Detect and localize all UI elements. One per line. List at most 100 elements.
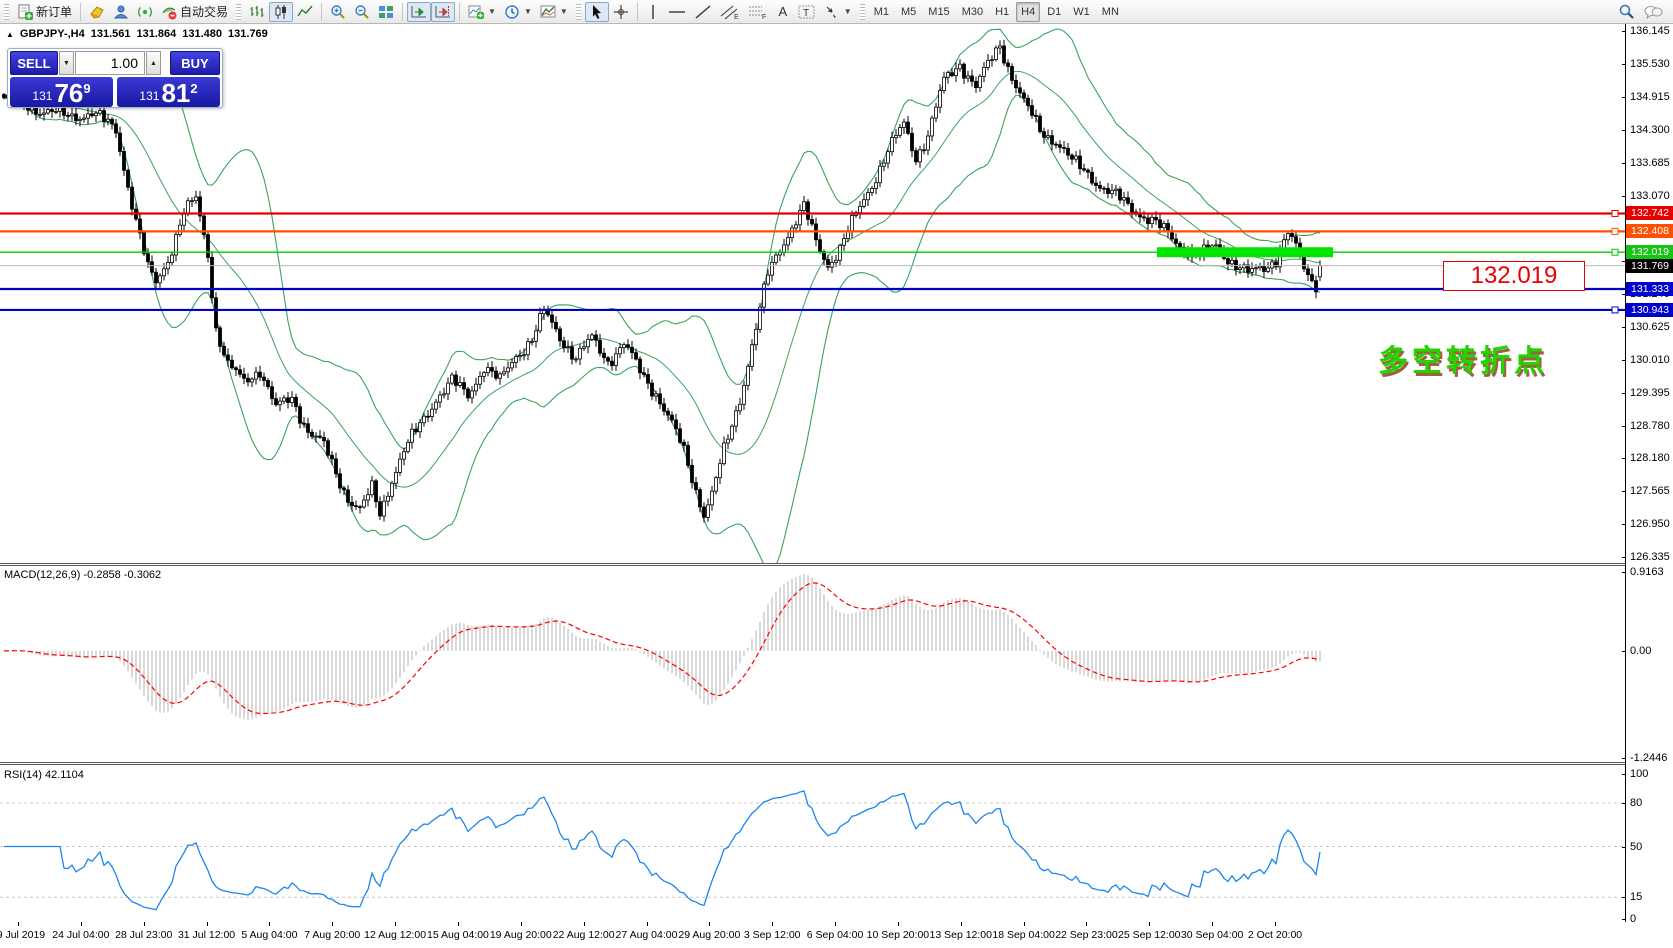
candlestick-button[interactable] — [269, 2, 293, 22]
high-value: 131.864 — [137, 28, 177, 40]
rsi-value: 42.1104 — [45, 769, 84, 781]
timeframe-mn[interactable]: MN — [1097, 2, 1124, 22]
timeframe-m15[interactable]: M15 — [923, 2, 954, 22]
price-badge-131.769[interactable]: 131.769 — [1626, 259, 1673, 273]
price-tick-label: 126.950 — [1630, 518, 1670, 530]
timeframe-d1[interactable]: D1 — [1042, 2, 1066, 22]
auto-trading-button[interactable]: 自动交易 — [157, 2, 232, 22]
horizontal-line-button[interactable] — [664, 2, 690, 22]
axis-tick-mark — [1622, 130, 1626, 131]
text-label-button[interactable]: T — [794, 2, 820, 22]
rsi-pane[interactable] — [0, 765, 1625, 922]
metaeditor-button[interactable] — [85, 2, 109, 22]
axis-tick-mark — [1622, 774, 1626, 775]
price-callout[interactable]: 132.019 — [1443, 261, 1585, 291]
timeframe-m5[interactable]: M5 — [896, 2, 921, 22]
tile-windows-button[interactable] — [374, 2, 398, 22]
axis-tick-mark — [1622, 163, 1626, 164]
chat-button[interactable] — [1639, 2, 1667, 22]
buy-price-sup: 2 — [190, 81, 197, 96]
chart-shift-button[interactable] — [431, 2, 455, 22]
sell-button[interactable]: SELL — [10, 51, 58, 75]
time-axis[interactable]: 19 Jul 201924 Jul 04:0028 Jul 23:0031 Ju… — [0, 922, 1673, 948]
time-tick-label: 19 Jul 2019 — [0, 929, 45, 941]
price-badge-132.408[interactable]: 132.408 — [1626, 224, 1673, 238]
timeframe-m30[interactable]: M30 — [957, 2, 988, 22]
axis-tick-mark — [1622, 64, 1626, 65]
fibonacci-button[interactable]: F — [744, 2, 772, 22]
indicators-button[interactable]: ▼ — [464, 2, 500, 22]
volume-increase-button[interactable]: ▲ — [146, 51, 161, 75]
price-badge-130.943[interactable]: 130.943 — [1626, 303, 1673, 317]
axis-tick-mark — [1622, 196, 1626, 197]
bar-chart-button[interactable] — [245, 2, 269, 22]
rsi-tick-label: 15 — [1630, 891, 1642, 903]
collapse-icon[interactable]: ▲ — [6, 30, 14, 39]
line-chart-icon — [297, 4, 313, 20]
text-button[interactable]: A — [772, 2, 794, 22]
time-tick-mark — [144, 922, 145, 926]
buy-price-box[interactable]: 131 81 2 — [117, 77, 220, 107]
community-icon — [113, 4, 129, 20]
rsi-label: RSI(14) 42.1104 — [4, 769, 84, 781]
timeframe-h1[interactable]: H1 — [990, 2, 1014, 22]
metaeditor-icon — [89, 4, 105, 20]
crosshair-button[interactable] — [609, 2, 633, 22]
axis-tick-mark — [1622, 393, 1626, 394]
svg-text:F: F — [762, 14, 766, 20]
equidistant-channel-button[interactable]: E — [716, 2, 744, 22]
open-value: 131.561 — [91, 28, 131, 40]
price-tick-label: 128.780 — [1630, 420, 1670, 432]
time-tick-label: 6 Sep 04:00 — [807, 929, 864, 941]
new-order-button[interactable]: 新订单 — [13, 2, 76, 22]
time-tick-label: 22 Sep 23:00 — [1055, 929, 1117, 941]
price-tick-label: 127.565 — [1630, 485, 1670, 497]
vertical-line-icon — [646, 4, 660, 20]
macd-label: MACD(12,26,9) -0.2858 -0.3062 — [4, 569, 161, 581]
periods-button[interactable]: ▼ — [500, 2, 536, 22]
pivot-annotation: 多空转折点 — [1378, 336, 1548, 380]
price-badge-131.333[interactable]: 131.333 — [1626, 282, 1673, 296]
zoom-in-icon — [330, 4, 346, 20]
vertical-line-button[interactable] — [642, 2, 664, 22]
buy-button[interactable]: BUY — [170, 51, 220, 75]
zoom-in-button[interactable] — [326, 2, 350, 22]
search-button[interactable] — [1614, 2, 1639, 22]
chart-window[interactable]: 136.145135.530134.915134.300133.685133.0… — [0, 24, 1673, 948]
dropdown-arrow-icon: ▼ — [488, 7, 496, 16]
rsi-tick-label: 100 — [1630, 768, 1648, 780]
zoom-out-button[interactable] — [350, 2, 374, 22]
volume-decrease-button[interactable]: ▼ — [59, 51, 74, 75]
community-button[interactable] — [109, 2, 133, 22]
signals-button[interactable] — [133, 2, 157, 22]
arrows-button[interactable]: ▼ — [820, 2, 856, 22]
price-tick-label: 129.395 — [1630, 387, 1670, 399]
macd-pane[interactable] — [0, 566, 1625, 762]
timeframe-h4[interactable]: H4 — [1016, 2, 1040, 22]
line-chart-button[interactable] — [293, 2, 317, 22]
timeframe-m1[interactable]: M1 — [869, 2, 894, 22]
time-tick-label: 22 Aug 12:00 — [553, 929, 615, 941]
main-price-pane[interactable] — [0, 24, 1625, 563]
price-badge-132.019[interactable]: 132.019 — [1626, 245, 1673, 259]
sell-price-box[interactable]: 131 76 9 — [10, 77, 113, 107]
time-tick-mark — [1149, 922, 1150, 926]
price-axis[interactable]: 136.145135.530134.915134.300133.685133.0… — [1625, 24, 1673, 922]
time-tick-label: 13 Sep 12:00 — [930, 929, 992, 941]
time-tick-mark — [521, 922, 522, 926]
horizontal-line-icon — [668, 4, 686, 20]
templates-button[interactable]: ▼ — [536, 2, 572, 22]
price-badge-132.742[interactable]: 132.742 — [1626, 206, 1673, 220]
one-click-trade-panel: SELL ▼ 1.00 ▲ BUY 131 76 9 131 81 2 — [7, 48, 223, 108]
macd-main-value: -0.2858 — [83, 569, 120, 581]
axis-tick-mark — [1622, 572, 1626, 573]
volume-input[interactable]: 1.00 — [75, 51, 145, 75]
cursor-button[interactable] — [585, 2, 609, 22]
macd-tick-label: 0.9163 — [1630, 566, 1664, 578]
trendline-button[interactable] — [690, 2, 716, 22]
axis-tick-mark — [1622, 458, 1626, 459]
auto-scroll-button[interactable] — [407, 2, 431, 22]
timeframe-w1[interactable]: W1 — [1068, 2, 1095, 22]
chart-shift-icon — [435, 4, 451, 20]
low-value: 131.480 — [182, 28, 222, 40]
